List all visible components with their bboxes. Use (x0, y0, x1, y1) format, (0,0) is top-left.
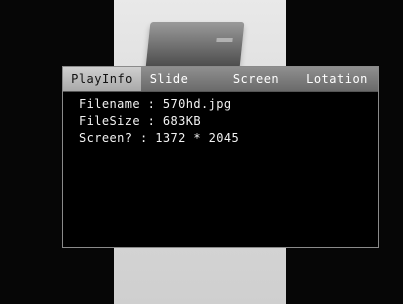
osd-tab-bar: PlayInfo Slide Screen Lotation (63, 67, 378, 92)
osd-panel: PlayInfo Slide Screen Lotation Filename … (62, 66, 379, 248)
device-logo (216, 38, 233, 42)
tv-screen: PlayInfo Slide Screen Lotation Filename … (0, 0, 403, 304)
tab-playinfo[interactable]: PlayInfo (63, 67, 141, 91)
photo-subject-device (145, 22, 245, 68)
info-screen-resolution: Screen? : 1372 * 2045 (79, 131, 240, 145)
tab-screen[interactable]: Screen (219, 67, 293, 91)
tab-lotation[interactable]: Lotation (295, 67, 379, 91)
info-filesize: FileSize : 683KB (79, 114, 201, 128)
info-filename: Filename : 570hd.jpg (79, 97, 232, 111)
tab-slide[interactable]: Slide (145, 67, 193, 91)
